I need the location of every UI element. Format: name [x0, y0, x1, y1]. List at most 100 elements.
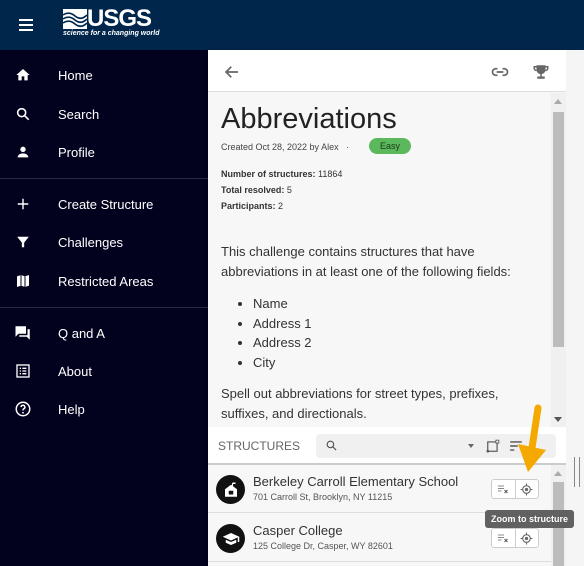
- sidebar-item-q-and-a[interactable]: Q and A: [0, 314, 208, 352]
- sidebar-item-label: Help: [58, 401, 85, 417]
- scroll-thumb[interactable]: [553, 112, 564, 347]
- forum-icon: [13, 323, 33, 343]
- structure-address: 701 Carroll St, Brooklyn, NY 11215: [253, 492, 393, 502]
- person-icon: [13, 142, 33, 162]
- copy-link-button[interactable]: [488, 60, 512, 84]
- back-button[interactable]: [220, 60, 244, 84]
- stat-label: Total resolved:: [221, 185, 285, 195]
- zoom-to-structure-button[interactable]: [514, 480, 539, 498]
- created-info: Created Oct 28, 2022 by Alex ·: [221, 142, 349, 152]
- crosshair-icon: [520, 483, 533, 495]
- nav-divider: [0, 178, 208, 179]
- stat-label: Number of structures:: [221, 169, 316, 179]
- sidebar-item-label: Q and A: [58, 325, 105, 341]
- dropdown-arrow-icon[interactable]: [468, 444, 474, 448]
- sidebar-item-home[interactable]: Home: [0, 56, 208, 94]
- logo-text: USGS: [87, 5, 152, 32]
- hamburger-line: [19, 24, 33, 26]
- plus-icon: [13, 194, 33, 214]
- sidebar-item-label: Search: [58, 106, 100, 122]
- sidebar-item-label: About: [58, 363, 92, 379]
- clear-filter-icon: [498, 534, 509, 543]
- nav-divider: [0, 307, 208, 308]
- structure-address: 125 College Dr, Casper, WY 82601: [253, 541, 393, 551]
- meta-separator: ·: [346, 142, 350, 152]
- select-area-icon[interactable]: [486, 439, 500, 453]
- scroll-up-arrow[interactable]: [554, 471, 562, 476]
- field-item: Address 2: [253, 333, 541, 353]
- graduation-cap-icon: [216, 524, 245, 553]
- sidebar-item-about[interactable]: About: [0, 352, 208, 390]
- sidebar-item-profile[interactable]: Profile: [0, 133, 208, 171]
- details-scrollbar[interactable]: [551, 93, 566, 427]
- description-intro: This challenge contains structures that …: [221, 244, 511, 279]
- sidebar-item-search[interactable]: Search: [0, 95, 208, 133]
- structure-name: Berkeley Carroll Elementary School: [253, 474, 459, 489]
- sidebar-item-label: Create Structure: [58, 196, 154, 212]
- sidebar-item-create-structure[interactable]: Create Structure: [0, 185, 208, 223]
- challenge-title: Abbreviations: [221, 103, 397, 135]
- school-icon: [216, 475, 245, 504]
- structures-search-input[interactable]: [316, 434, 556, 458]
- field-list: Name Address 1 Address 2 City: [221, 294, 541, 372]
- menu-button[interactable]: [14, 13, 38, 37]
- stat-structures: Number of structures: 11864: [221, 169, 342, 179]
- usgs-logo[interactable]: USGS science for a changing world: [63, 5, 160, 41]
- usgs-wave-icon: [63, 9, 87, 29]
- panel-resize-area: [566, 50, 584, 566]
- hamburger-line: [19, 19, 33, 21]
- hamburger-line: [19, 29, 33, 31]
- structure-actions: [491, 528, 539, 548]
- sidebar-item-challenges[interactable]: Challenges: [0, 223, 208, 261]
- sidebar-item-label: Profile: [58, 144, 95, 160]
- sidebar-item-help[interactable]: Help: [0, 390, 208, 428]
- list-icon: [13, 361, 33, 381]
- arrow-left-icon: [224, 66, 238, 78]
- zoom-to-structure-button[interactable]: [514, 529, 539, 547]
- sidebar-item-label: Restricted Areas: [58, 273, 154, 289]
- search-icon: [326, 440, 337, 451]
- sort-icon[interactable]: [509, 440, 523, 452]
- panel-header: [208, 50, 566, 92]
- structure-actions: [491, 479, 539, 499]
- challenge-panel: Abbreviations Created Oct 28, 2022 by Al…: [208, 50, 566, 566]
- sidebar-item-label: Home: [58, 67, 93, 83]
- sidebar-item-restricted-areas[interactable]: Restricted Areas: [0, 262, 208, 300]
- stat-value: 11864: [318, 169, 343, 179]
- trophy-icon: [533, 65, 549, 79]
- stat-participants: Participants: 2: [221, 201, 283, 211]
- clear-filter-button[interactable]: [492, 529, 515, 547]
- leaderboard-button[interactable]: [529, 60, 553, 84]
- structures-toolbar: STRUCTURES: [208, 427, 566, 465]
- filter-icon: [13, 232, 33, 252]
- help-icon: [13, 399, 33, 419]
- created-text: Created Oct 28, 2022 by Alex: [221, 142, 339, 152]
- scroll-up-arrow[interactable]: [554, 99, 562, 104]
- stat-value: 5: [286, 185, 292, 195]
- zoom-tooltip: Zoom to structure: [485, 510, 575, 528]
- map-icon: [13, 271, 33, 291]
- difficulty-badge: Easy: [369, 138, 412, 154]
- field-item: Name: [253, 294, 541, 314]
- logo-tagline: science for a changing world: [63, 30, 160, 37]
- clear-filter-icon: [498, 485, 509, 494]
- search-icon: [13, 104, 33, 124]
- scroll-down-arrow[interactable]: [554, 417, 562, 422]
- structures-label: STRUCTURES: [218, 439, 301, 453]
- description-outro: Spell out abbreviations for street types…: [221, 386, 499, 421]
- clear-filter-button[interactable]: [492, 480, 515, 498]
- stat-value: 2: [278, 201, 284, 211]
- sidebar-item-label: Challenges: [58, 234, 124, 250]
- link-icon: [491, 67, 509, 77]
- resize-handle[interactable]: [574, 457, 580, 487]
- structure-row[interactable]: Berkeley Carroll Elementary School 701 C…: [208, 465, 551, 513]
- stat-label: Participants:: [221, 201, 276, 211]
- home-icon: [13, 65, 33, 85]
- sidebar: Home Search Profile Create Structure Cha…: [0, 50, 208, 566]
- crosshair-icon: [520, 532, 533, 544]
- stat-resolved: Total resolved: 5: [221, 185, 292, 195]
- field-item: Address 1: [253, 314, 541, 334]
- challenge-details: Abbreviations Created Oct 28, 2022 by Al…: [208, 93, 551, 427]
- structure-name: Casper College: [253, 523, 343, 538]
- field-item: City: [253, 353, 541, 373]
